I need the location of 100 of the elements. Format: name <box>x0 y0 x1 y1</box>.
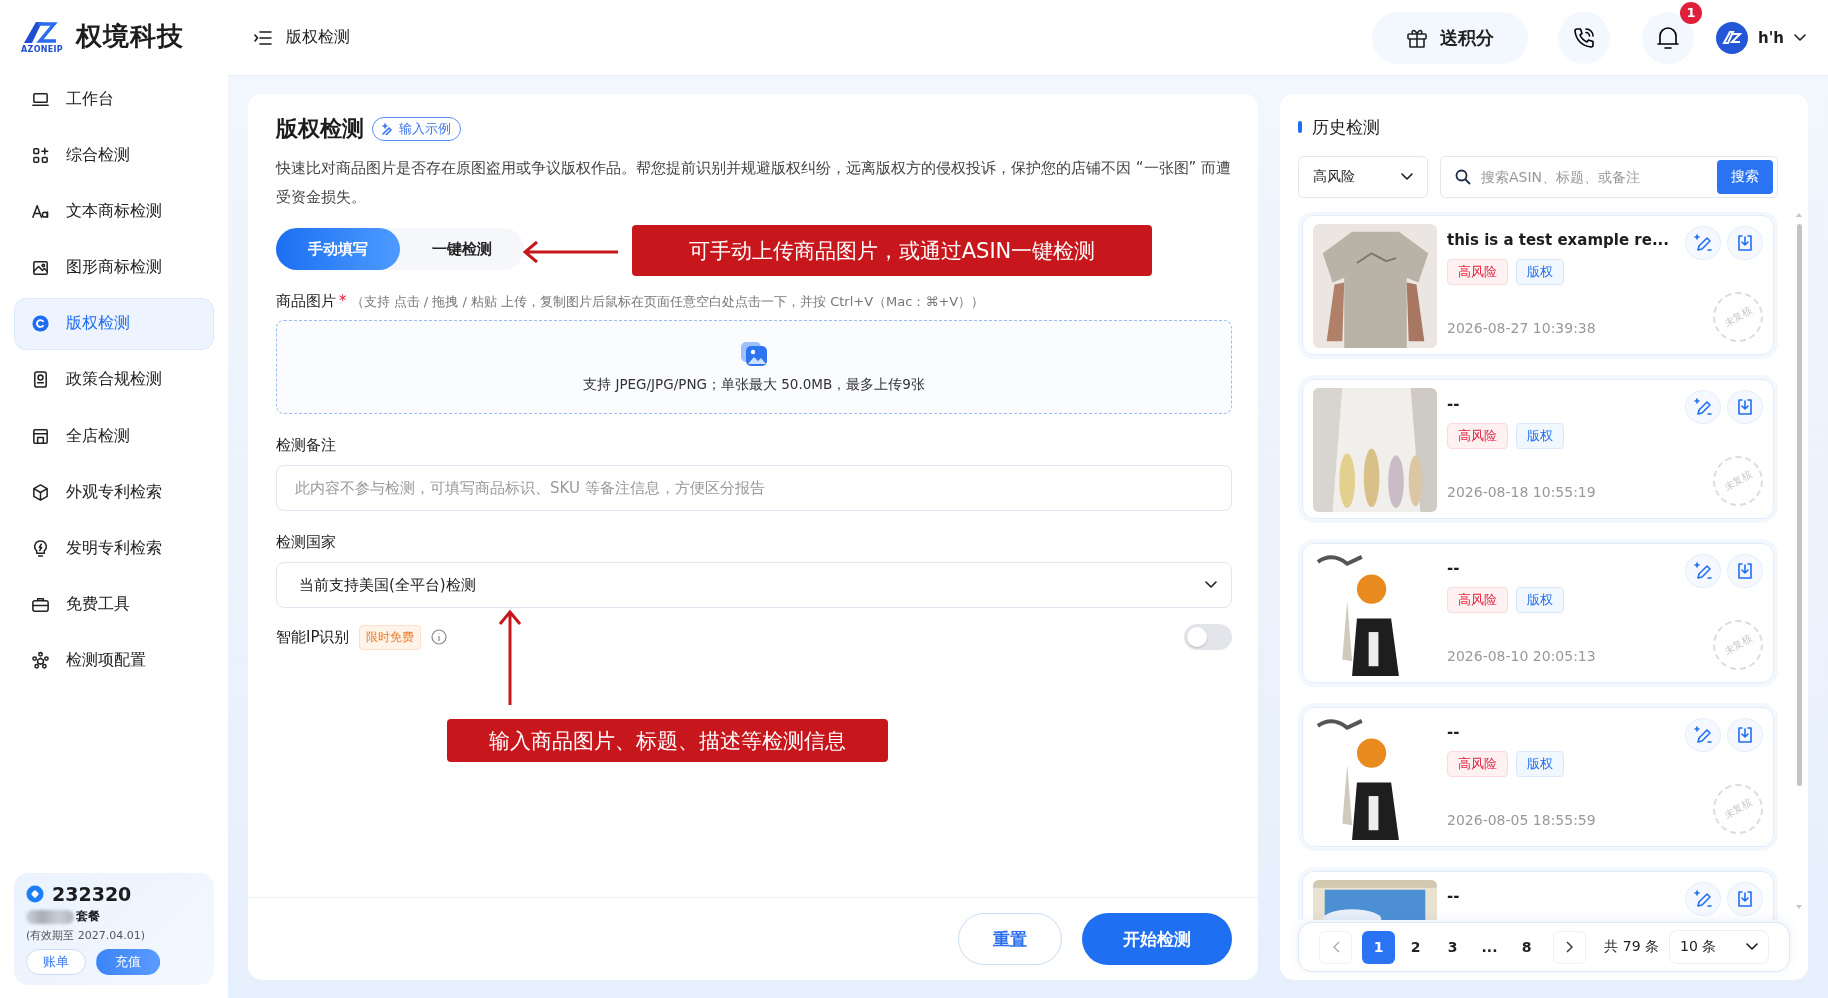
download-button[interactable] <box>1727 390 1763 424</box>
scrollbar-thumb[interactable] <box>1796 224 1802 786</box>
edit-button[interactable] <box>1685 718 1721 752</box>
coin-icon <box>26 885 44 903</box>
risk-tag: 高风险 <box>1447 587 1508 613</box>
page-button[interactable]: 1 <box>1362 930 1395 964</box>
brand-name: 权境科技 <box>76 20 184 53</box>
start-button[interactable]: 开始检测 <box>1082 913 1232 965</box>
panel-title: 历史检测 <box>1312 115 1380 139</box>
record-title: -- <box>1447 559 1460 577</box>
category-tag: 版权 <box>1516 259 1564 285</box>
nav-item[interactable]: 工作台 <box>14 73 214 125</box>
scroll-up-icon[interactable] <box>1796 212 1802 218</box>
page-title: 版权检测 <box>286 27 350 48</box>
logo-caption: AZONEIP <box>21 45 63 54</box>
toggle-switch[interactable] <box>1184 624 1232 650</box>
image-upload-icon <box>739 340 769 368</box>
scroll-down-icon[interactable] <box>1796 904 1802 910</box>
bulb-icon <box>31 539 50 558</box>
required-mark: * <box>339 292 347 310</box>
record-time: 2026-08-05 18:55:59 <box>1447 812 1596 828</box>
download-button[interactable] <box>1727 554 1763 588</box>
image-icon <box>31 258 50 278</box>
risk-filter[interactable]: 高风险 <box>1298 156 1428 198</box>
mode-tab[interactable]: 一键检测 <box>400 228 524 270</box>
form-title: 版权检测 <box>276 115 364 143</box>
nav-item[interactable]: 免费工具 <box>14 578 214 631</box>
mode-tab[interactable]: 手动填写 <box>276 228 400 270</box>
upload-area[interactable]: 支持 JPEG/JPG/PNG；单张最大 50.0MB，最多上传9张 <box>276 320 1232 414</box>
country-select[interactable]: 当前支持美国(全平台)检测 <box>276 562 1232 608</box>
field-label: 商品图片 <box>276 292 336 311</box>
user-name[interactable]: h'h <box>1758 28 1784 47</box>
category-tag: 版权 <box>1516 587 1564 613</box>
nav-item[interactable]: 政策合规检测 <box>14 353 214 406</box>
download-icon <box>1736 890 1754 908</box>
record-title: -- <box>1447 887 1460 905</box>
validity-date: (有效期至 2027.04.01) <box>26 928 147 943</box>
chevron-down-icon[interactable] <box>1794 33 1806 42</box>
upload-hint: 支持 JPEG/JPG/PNG；单张最大 50.0MB，最多上传9张 <box>583 376 925 394</box>
bill-button[interactable]: 账单 <box>26 949 86 975</box>
nav-item[interactable]: 版权检测 <box>14 297 214 350</box>
info-icon[interactable] <box>431 629 448 645</box>
gift-points-button[interactable]: 送积分 <box>1372 11 1529 64</box>
download-button[interactable] <box>1727 226 1763 260</box>
notification-badge: 1 <box>1680 1 1703 24</box>
nav-item[interactable]: 文本商标检测 <box>14 185 214 238</box>
blurred-name <box>26 909 74 924</box>
record-time: 2026-08-27 10:39:38 <box>1447 320 1596 336</box>
nav-item[interactable]: 图形商标检测 <box>14 241 214 294</box>
record-time: 2026-08-18 10:55:19 <box>1447 484 1596 500</box>
download-icon <box>1736 562 1754 580</box>
edit-sparkle-icon <box>1694 398 1712 416</box>
field-label: 智能IP识别 <box>276 627 350 647</box>
record-title: this is a test example re... <box>1447 231 1669 249</box>
edit-button[interactable] <box>1685 226 1721 260</box>
edit-button[interactable] <box>1685 882 1721 916</box>
download-icon <box>1736 398 1754 416</box>
category-tag: 版权 <box>1516 423 1564 449</box>
search-bar[interactable]: 搜索ASIN、标题、或备注 搜索 <box>1440 156 1778 198</box>
menu-icon[interactable] <box>254 29 272 46</box>
chevron-down-icon <box>1205 581 1217 589</box>
nav-item[interactable]: 检测项配置 <box>14 634 214 687</box>
nav-item[interactable]: 发明专利检索 <box>14 522 214 575</box>
field-label: 检测国家 <box>276 533 336 552</box>
risk-tag: 高风险 <box>1447 751 1508 777</box>
risk-tag: 高风险 <box>1447 423 1508 449</box>
reset-button[interactable]: 重置 <box>958 913 1062 965</box>
description-text: 快速比对商品图片是否存在原图盗用或争议版权作品。帮您提前识别并规避版权纠纷，远离版权方的侵权投诉，保护您的店铺不因 “一张图” 而遭受资金损失。 <box>276 158 1232 208</box>
next-page-button[interactable] <box>1553 930 1586 964</box>
edit-sparkle-icon <box>1694 726 1712 744</box>
toolbox-icon <box>31 595 50 615</box>
chevron-down-icon <box>1401 173 1413 181</box>
chevron-left-icon <box>1331 941 1340 953</box>
download-button[interactable] <box>1727 882 1763 916</box>
nodes-icon <box>31 651 50 671</box>
download-icon <box>1736 726 1754 744</box>
chevron-down-icon <box>1746 943 1758 951</box>
store-icon <box>31 426 50 446</box>
download-button[interactable] <box>1727 718 1763 752</box>
download-icon <box>1736 234 1754 252</box>
free-badge: 限时免费 <box>359 624 422 650</box>
bell-icon <box>1656 24 1681 51</box>
avatar-icon <box>1716 21 1749 54</box>
badge-icon <box>31 370 50 390</box>
nav-item[interactable]: 综合检测 <box>14 129 214 182</box>
callout-note: 可手动上传商品图片，或通过ASIN一键检测 <box>632 225 1152 276</box>
callout-note: 输入商品图片、标题、描述等检测信息 <box>447 719 888 762</box>
nav-item[interactable]: 外观专利检索 <box>14 466 214 519</box>
copyright-icon <box>31 314 50 334</box>
nav-item[interactable]: 全店检测 <box>14 410 214 463</box>
phone-icon <box>1572 25 1597 50</box>
edit-button[interactable] <box>1685 554 1721 588</box>
page-size-select[interactable]: 10 条 <box>1669 930 1769 964</box>
note-input[interactable]: 此内容不参与检测，可填写商品标识、SKU 等备注信息，方便区分报告 <box>276 465 1232 511</box>
edit-button[interactable] <box>1685 390 1721 424</box>
search-button[interactable]: 搜索 <box>1717 160 1773 194</box>
record-title: -- <box>1447 723 1460 741</box>
grid-icon <box>31 145 50 165</box>
example-button[interactable]: 输入示例 <box>372 117 461 141</box>
record-time: 2026-08-10 20:05:13 <box>1447 648 1596 664</box>
